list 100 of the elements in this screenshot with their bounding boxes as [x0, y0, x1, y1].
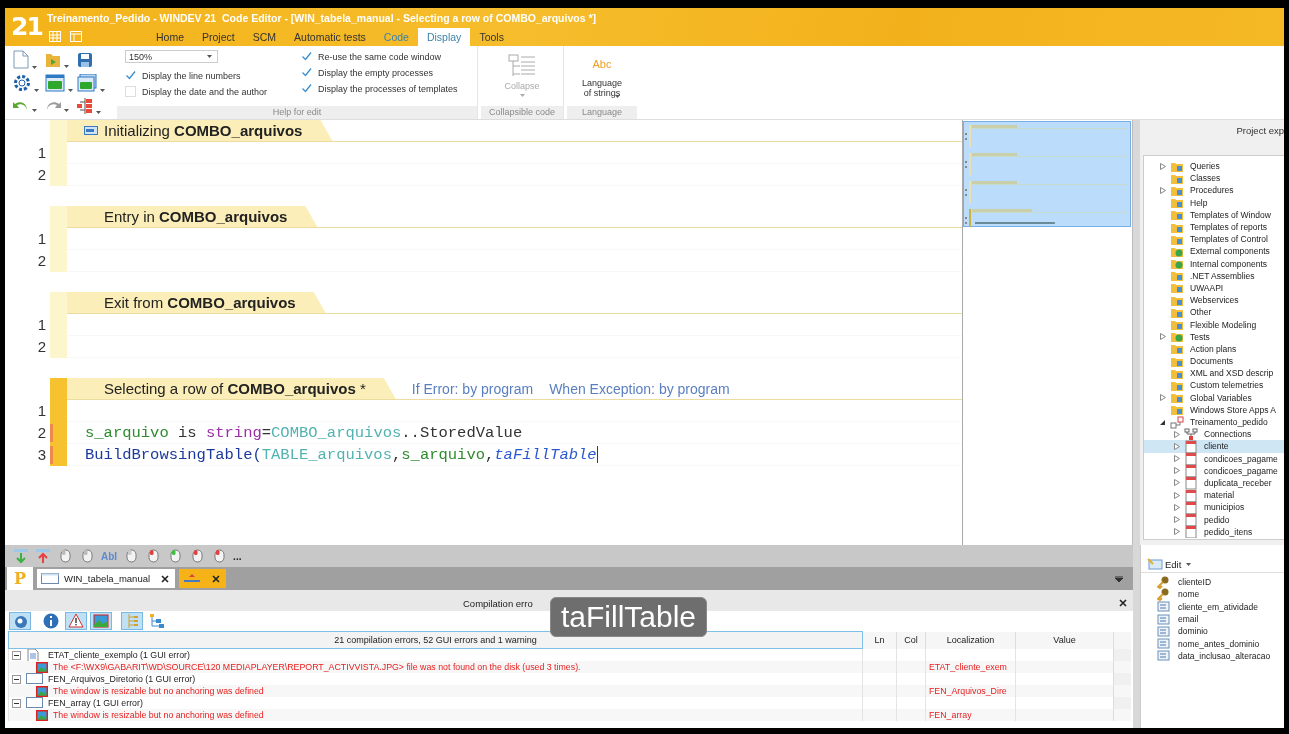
field-name[interactable]: cliente_em_atividade	[1178, 601, 1258, 612]
expand-arrow-icon[interactable]	[1174, 479, 1180, 487]
mouse-icon[interactable]	[79, 548, 95, 564]
column-header[interactable]: Value	[1015, 631, 1114, 649]
tree-item[interactable]: Internal components	[1144, 257, 1284, 270]
expand-arrow-icon[interactable]	[1174, 455, 1180, 463]
expand-arrow-icon[interactable]	[1160, 162, 1166, 170]
save-icon[interactable]	[77, 51, 93, 68]
caret-icon[interactable]	[96, 110, 101, 114]
error-group-label[interactable]: FEN_Arquivos_Diretorio (1 GUI error)	[48, 673, 196, 685]
collapse-arrow-icon[interactable]	[1160, 418, 1166, 426]
tree-item[interactable]: pedido_itens	[1144, 525, 1284, 538]
tree-item[interactable]: Templates of Window	[1144, 208, 1284, 221]
edit-button[interactable]: Edit	[1147, 558, 1192, 570]
image-filter-button[interactable]	[90, 612, 112, 630]
section-option-link[interactable]: If Error: by program	[411, 381, 534, 397]
search-filter-button[interactable]	[9, 612, 31, 630]
more-button[interactable]: ...	[233, 550, 242, 562]
gear-icon[interactable]	[13, 73, 31, 92]
checkbox[interactable]	[301, 83, 312, 94]
tree-item[interactable]: municipios	[1144, 501, 1284, 514]
tree-item[interactable]: Procedures	[1144, 184, 1284, 197]
mouse-icon[interactable]	[57, 548, 73, 564]
column-header[interactable]: Localization	[925, 631, 1016, 649]
dropdown-icon[interactable]	[1115, 575, 1123, 582]
field-name[interactable]: dominio	[1178, 626, 1208, 637]
tree-item[interactable]: Documents	[1144, 355, 1284, 368]
tree-item[interactable]: UWAAPI	[1144, 281, 1284, 295]
expand-arrow-icon[interactable]	[1174, 503, 1180, 511]
tree-item[interactable]: Flexible Modeling	[1144, 318, 1284, 331]
tree-item[interactable]: External components	[1144, 245, 1284, 258]
expand-arrow-icon[interactable]	[1174, 516, 1180, 524]
expand-arrow-icon[interactable]	[1174, 528, 1180, 536]
table-layout-icon[interactable]	[70, 31, 82, 42]
collapse-icon[interactable]	[12, 698, 21, 708]
field-name[interactable]: nome	[1178, 589, 1200, 600]
expand-arrow-icon[interactable]	[1174, 430, 1180, 438]
error-group-label[interactable]: ETAT_cliente_exemplo (1 GUI error)	[48, 649, 190, 661]
field-name[interactable]: email	[1178, 614, 1199, 625]
collapse-icon[interactable]	[12, 650, 21, 660]
tree-item[interactable]: Help	[1144, 196, 1284, 209]
tree-item[interactable]: Global Variables	[1144, 391, 1284, 404]
column-header[interactable]: Col	[896, 631, 926, 649]
caret-icon[interactable]	[100, 88, 105, 92]
caret-icon[interactable]	[68, 88, 73, 92]
tree-item[interactable]: Tests	[1144, 330, 1284, 343]
step-up-icon[interactable]	[35, 548, 51, 564]
tree-item[interactable]: Action plans	[1144, 342, 1284, 355]
expand-arrow-icon[interactable]	[1174, 491, 1180, 499]
warning-filter-button[interactable]	[65, 612, 87, 630]
tree-item[interactable]: Other	[1144, 306, 1284, 319]
expand-arrow-icon[interactable]	[1174, 467, 1180, 475]
ribbon-tab[interactable]: Automatic tests	[285, 28, 375, 46]
tree-item[interactable]: Custom telemetries	[1144, 379, 1284, 392]
tree-item[interactable]: .NET Assemblies	[1144, 269, 1284, 282]
checkbox[interactable]	[125, 70, 136, 81]
ribbon-tab[interactable]: Tools	[470, 28, 513, 46]
checkbox[interactable]	[301, 67, 312, 78]
grid-icon[interactable]	[49, 31, 61, 42]
windows-go-icon[interactable]	[77, 73, 97, 92]
tree-item[interactable]: Templates of reports	[1144, 220, 1284, 234]
ribbon-tab[interactable]: Project	[193, 28, 244, 46]
tree-item[interactable]: Windows Store Apps A	[1144, 403, 1284, 416]
document-tab[interactable]: WIN_tabela_manual	[37, 569, 176, 588]
caret-icon[interactable]	[32, 108, 37, 112]
caret-icon[interactable]	[1186, 562, 1192, 566]
field-name[interactable]: clienteID	[1178, 577, 1212, 588]
zoom-dropdown[interactable]: 150%	[125, 50, 218, 63]
structure-icon[interactable]	[77, 97, 93, 114]
ribbon-tab[interactable]: Home	[147, 28, 193, 46]
column-header[interactable]: 21 compilation errors, 52 GUI errors and 1 warning	[8, 631, 863, 649]
ribbon-tab[interactable]: SCM	[243, 28, 286, 46]
caret-icon[interactable]	[64, 65, 69, 68]
checkbox[interactable]	[301, 51, 312, 62]
tree-item[interactable]: Classes	[1144, 172, 1284, 185]
tree-item[interactable]: cliente	[1144, 440, 1284, 453]
collapse-icon[interactable]	[12, 674, 21, 684]
field-name[interactable]: data_inclusao_alteracao	[1178, 650, 1271, 661]
close-icon[interactable]	[161, 574, 170, 583]
tree-item[interactable]: Templates of Control	[1144, 233, 1284, 246]
expand-arrow-icon[interactable]	[1160, 394, 1166, 402]
ribbon-tab[interactable]: Display	[417, 28, 471, 46]
caret-icon[interactable]	[64, 108, 69, 112]
column-header[interactable]: Ln	[862, 631, 897, 649]
expand-arrow-icon[interactable]	[1174, 442, 1180, 450]
caret-icon[interactable]	[614, 95, 620, 98]
tree-item[interactable]: duplicata_receber	[1144, 476, 1284, 490]
tree-item[interactable]: XML and XSD descrip	[1144, 367, 1284, 380]
tree-item[interactable]: Connections	[1144, 428, 1284, 441]
caret-icon[interactable]	[32, 66, 37, 69]
tree-item[interactable]: Queries	[1144, 160, 1284, 173]
expand-arrow-icon[interactable]	[1160, 333, 1166, 341]
close-icon[interactable]	[1119, 599, 1127, 607]
tree-item[interactable]: Treinamento_pedido	[1144, 415, 1284, 429]
caret-icon[interactable]	[207, 55, 212, 58]
error-group-label[interactable]: FEN_array (1 GUI error)	[48, 697, 143, 709]
tree-item[interactable]: material	[1144, 489, 1284, 502]
language-button[interactable]: Abc Language of strings	[567, 46, 637, 106]
tree-item[interactable]: Webservices	[1144, 294, 1284, 307]
caret-icon[interactable]	[34, 88, 39, 92]
